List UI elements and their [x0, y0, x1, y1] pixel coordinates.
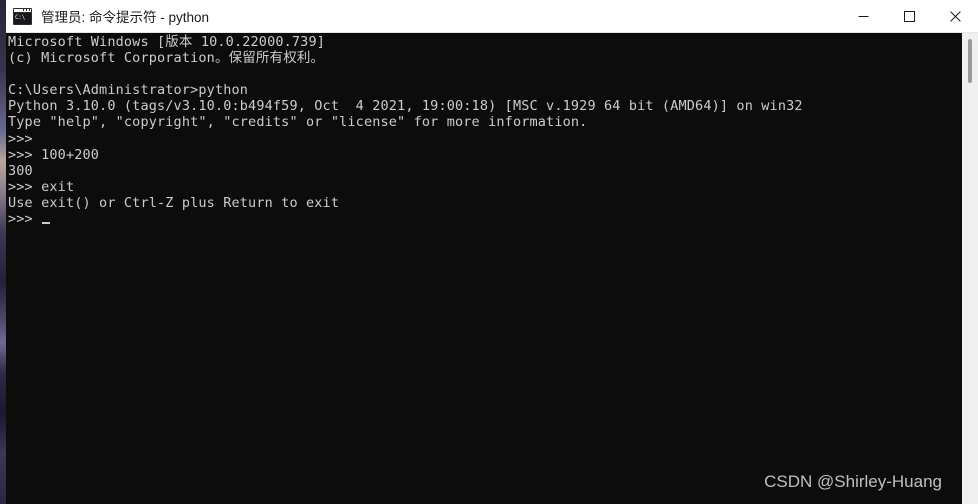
scrollbar-thumb[interactable]	[968, 39, 972, 83]
window-titlebar[interactable]: C:\ 管理员: 命令提示符 - python	[6, 0, 978, 33]
terminal-line: Python 3.10.0 (tags/v3.10.0:b494f59, Oct…	[8, 98, 803, 115]
window-controls	[840, 0, 978, 32]
terminal-area: Microsoft Windows [版本 10.0.22000.739] (c)…	[6, 33, 978, 504]
watermark-label: CSDN @Shirley-Huang	[764, 472, 942, 491]
icon-prompt-text: C:\	[14, 12, 31, 24]
window-title: 管理员: 命令提示符 - python	[41, 10, 210, 25]
vertical-scrollbar[interactable]	[962, 33, 978, 504]
terminal-line: >>>	[8, 130, 33, 147]
minimize-icon	[858, 15, 868, 17]
maximize-icon	[903, 10, 915, 22]
terminal-line: (c) Microsoft Corporation。保留所有权利。	[8, 50, 325, 67]
screen-root: C:\ 管理员: 命令提示符 - python Microsoft Window…	[0, 0, 978, 504]
terminal-line: >>> 100+200	[8, 146, 100, 163]
terminal-line: >>>	[8, 211, 962, 227]
minimize-button[interactable]	[840, 0, 886, 32]
terminal-line: 300	[8, 162, 33, 179]
command-prompt-window: C:\ 管理员: 命令提示符 - python Microsoft Window…	[6, 0, 978, 504]
terminal-line: >>> exit	[8, 178, 75, 195]
terminal-line: C:\Users\Administrator>python	[8, 82, 249, 99]
command-prompt-icon: C:\	[13, 7, 32, 25]
titlebar-left-group: C:\ 管理员: 命令提示符 - python	[6, 6, 840, 26]
terminal-cursor	[42, 221, 51, 225]
maximize-button[interactable]	[886, 0, 932, 32]
terminal-line: Use exit() or Ctrl-Z plus Return to exit	[8, 194, 340, 211]
terminal-output[interactable]: Microsoft Windows [版本 10.0.22000.739] (c)…	[6, 33, 962, 504]
close-icon	[949, 10, 961, 22]
terminal-line: Microsoft Windows [版本 10.0.22000.739]	[8, 34, 326, 50]
terminal-line: Type "help", "copyright", "credits" or "…	[8, 114, 588, 131]
close-button[interactable]	[932, 0, 978, 32]
